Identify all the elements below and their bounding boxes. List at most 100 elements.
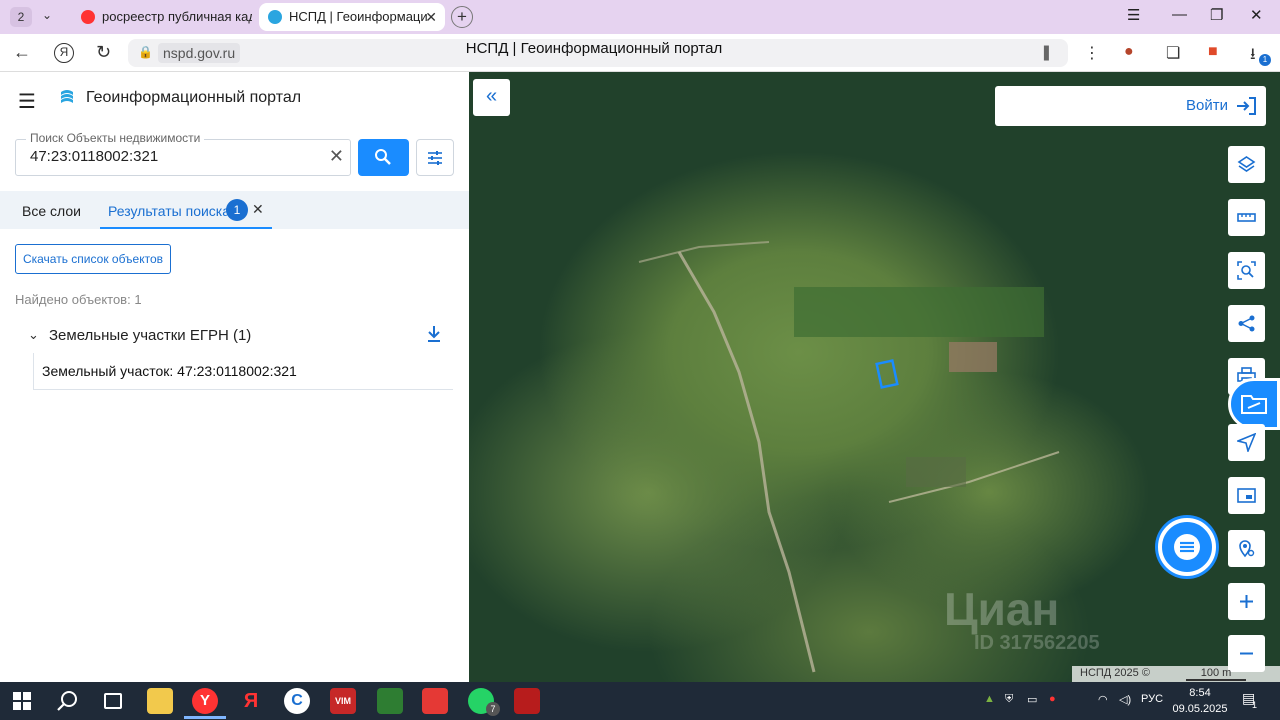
menu-icon[interactable]: ☰ <box>18 89 36 114</box>
layers-button[interactable] <box>1228 146 1265 183</box>
clock-time: 8:54 <box>1189 687 1211 699</box>
ccleaner-icon[interactable]: C <box>284 688 310 714</box>
locate-icon <box>1237 433 1256 452</box>
chat-icon <box>1174 534 1200 560</box>
share-icon <box>1238 315 1255 332</box>
sidebar-tabs: Все слои Результаты поиска 1 ✕ <box>0 191 469 229</box>
language-indicator[interactable]: РУС <box>1141 693 1163 705</box>
extension-protect-icon[interactable]: ■ <box>1208 43 1218 61</box>
page-title: НСПД | Геоинформационный портал <box>465 40 723 57</box>
locate-button[interactable] <box>1228 424 1265 461</box>
clock-date: 09.05.2025 <box>1172 703 1228 715</box>
browser-tab-nspd[interactable]: НСПД | Геоинформаци ✕ <box>259 3 445 31</box>
folder-icon <box>1241 395 1267 414</box>
geo-search-icon <box>1239 540 1255 558</box>
tab-count-button[interactable]: 2 <box>10 7 32 27</box>
minimap-button[interactable] <box>1228 477 1265 514</box>
nspd-favicon-icon <box>268 10 282 24</box>
zoom-in-icon <box>1240 595 1253 608</box>
tray-shield-icon[interactable]: ⛨ <box>1005 693 1013 706</box>
results-count-badge: 1 <box>226 199 248 221</box>
tray-display-icon[interactable]: ▭ <box>1027 693 1037 706</box>
map-watermark: Циан <box>944 583 1060 635</box>
whatsapp-badge: 7 <box>486 702 500 716</box>
restore-icon[interactable]: ❐ <box>1210 6 1223 24</box>
login-button[interactable]: Войти <box>995 86 1266 126</box>
search-filter-button[interactable] <box>416 139 454 176</box>
login-icon <box>1237 97 1256 115</box>
tab-search-results-label: Результаты поиска <box>108 203 231 219</box>
search-icon[interactable] <box>57 690 79 712</box>
browser-tab-bar: 2 ⌄ росреестр публичная кад НСПД | Геоин… <box>0 0 1280 34</box>
chat-button[interactable] <box>1158 518 1216 576</box>
map-imagery <box>638 241 1060 673</box>
anydesk-icon[interactable] <box>422 688 448 714</box>
zoom-in-button[interactable] <box>1228 583 1265 620</box>
browser-tab-title: росреестр публичная кад <box>102 9 252 24</box>
attribution-text: НСПД 2025 © <box>1080 667 1150 679</box>
search-button[interactable] <box>358 139 409 176</box>
map-attribution: НСПД 2025 © 100 m <box>1072 666 1280 682</box>
tab-search-results[interactable]: Результаты поиска 1 ✕ <box>100 191 272 229</box>
search-input[interactable] <box>30 148 310 165</box>
share-button[interactable] <box>1228 305 1265 342</box>
minimize-icon[interactable]: — <box>1172 6 1187 23</box>
list-item-label: Земельный участок: 47:23:0118002:321 <box>42 363 297 379</box>
geo-search-button[interactable] <box>1228 530 1265 567</box>
notifications-badge: 1 <box>1252 700 1258 710</box>
result-group-title: Земельные участки ЕГРН (1) <box>49 327 252 344</box>
tray-volume-icon[interactable]: ◁) <box>1119 693 1131 706</box>
windows-taskbar: Y Я C VIM 7 ▲ ⛨ ▭ ● ◠ ◁) РУС 8:54 09.05.… <box>0 682 1280 720</box>
tray-yandex-icon[interactable]: ● <box>1049 693 1056 705</box>
downloads-icon[interactable]: ⭳ <box>1250 43 1256 70</box>
result-group-header[interactable]: ⌄ Земельные участки ЕГРН (1) <box>28 326 448 348</box>
zoom-out-icon <box>1240 652 1253 655</box>
browser-tab-title: НСПД | Геоинформаци <box>289 9 428 24</box>
browser-tab-rosreestr[interactable]: росреестр публичная кад <box>72 3 252 31</box>
area-search-icon <box>1237 261 1256 280</box>
layers-icon <box>1237 156 1256 172</box>
measure-button[interactable] <box>1228 199 1265 236</box>
search-label: Поиск Объекты недвижимости <box>26 131 205 145</box>
yandex-browser-icon[interactable]: Y <box>192 688 218 714</box>
more-options-icon[interactable]: ⋮ <box>1084 43 1100 63</box>
close-results-icon[interactable]: ✕ <box>252 201 264 218</box>
download-icon[interactable] <box>426 325 442 343</box>
close-tab-icon[interactable]: ✕ <box>425 3 437 31</box>
sidebar-panel: ☰ Геоинформационный портал Поиск Объекты… <box>0 72 469 682</box>
tray-app-icon[interactable]: ▲ <box>984 693 995 705</box>
filter-sliders-icon <box>428 151 442 165</box>
close-window-icon[interactable]: ✕ <box>1250 6 1263 24</box>
chevron-down-icon[interactable]: ⌄ <box>28 327 39 343</box>
app-icon[interactable] <box>377 688 403 714</box>
search-field[interactable]: Поиск Объекты недвижимости ✕ <box>15 131 351 176</box>
map-view[interactable]: Циан ID 317562205 « Войти НСПД 2025 © 10… <box>469 72 1280 682</box>
collections-icon[interactable]: ❏ <box>1166 43 1180 63</box>
vim-app-icon[interactable]: VIM <box>330 688 356 714</box>
task-view-icon[interactable] <box>104 693 122 709</box>
tab-all-layers[interactable]: Все слои <box>22 203 81 219</box>
clear-search-icon[interactable]: ✕ <box>329 146 344 167</box>
minimap-icon <box>1237 488 1256 503</box>
acrobat-icon[interactable] <box>514 688 540 714</box>
download-list-button[interactable]: Скачать список объектов <box>15 244 171 274</box>
active-app-underline <box>184 716 226 719</box>
collapse-sidebar-button[interactable]: « <box>473 79 510 116</box>
list-item[interactable]: Земельный участок: 47:23:0118002:321 <box>33 353 453 390</box>
app-title: Геоинформационный портал <box>86 89 302 106</box>
search-icon <box>375 149 391 165</box>
extension-icon[interactable]: ● <box>1124 43 1134 61</box>
downloads-badge: 1 <box>1259 54 1271 66</box>
system-clock[interactable]: 8:54 09.05.2025 <box>1172 685 1228 717</box>
windows-start-icon[interactable] <box>13 692 31 710</box>
gosuslugi-widget-icon[interactable] <box>1228 378 1280 430</box>
file-explorer-icon[interactable] <box>147 688 173 714</box>
tabs-dropdown-icon[interactable]: ⌄ <box>42 8 52 22</box>
new-tab-button[interactable]: + <box>451 6 473 28</box>
yandex-icon[interactable]: Я <box>238 688 264 714</box>
browser-menu-icon[interactable]: ☰ <box>1127 6 1140 24</box>
ruler-icon <box>1237 213 1256 222</box>
tray-network-icon[interactable]: ◠ <box>1098 693 1108 706</box>
area-search-button[interactable] <box>1228 252 1265 289</box>
found-count-text: Найдено объектов: 1 <box>15 292 142 307</box>
